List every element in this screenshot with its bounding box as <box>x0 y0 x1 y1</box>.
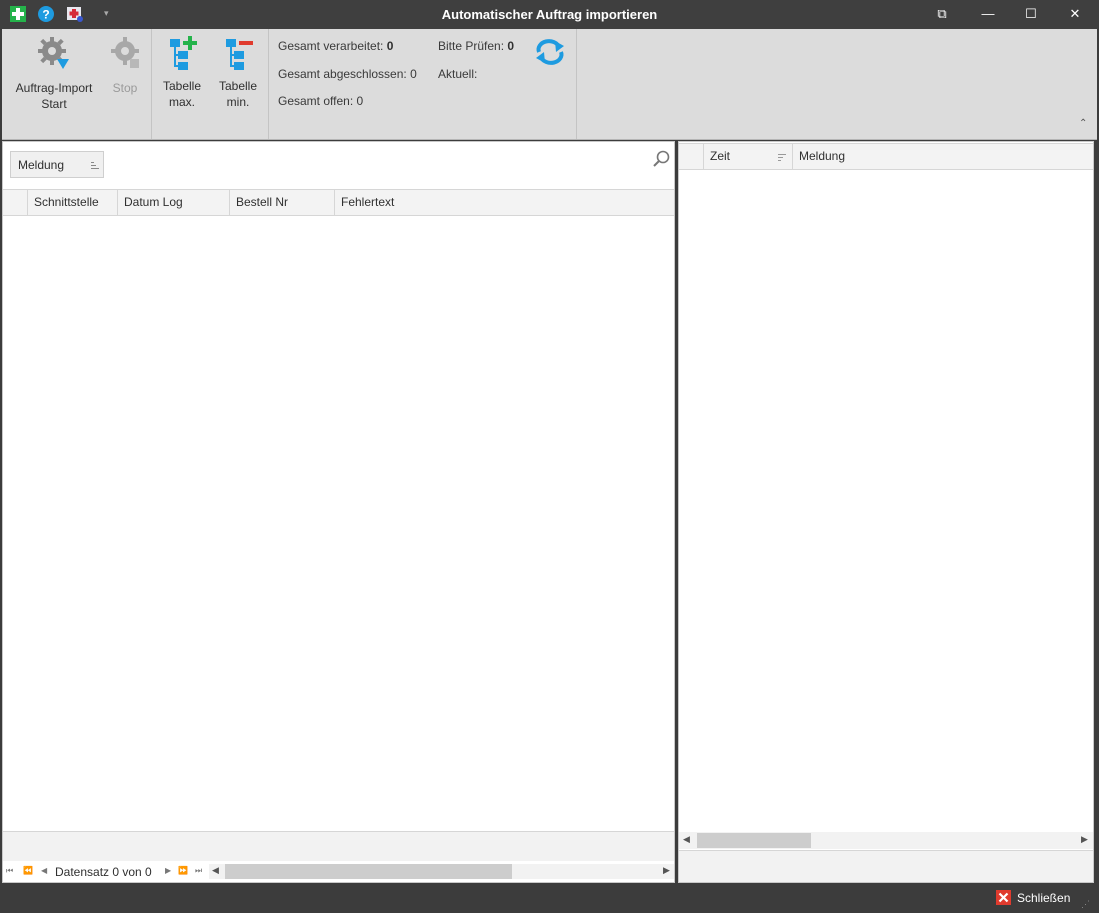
left-grid-header: Schnittstelle Datum Log Bestell Nr Fehle… <box>3 189 674 216</box>
row-indicator-header <box>679 144 704 169</box>
column-header-zeit[interactable]: Zeit <box>704 144 793 169</box>
stat-completed-value: 0 <box>410 67 417 81</box>
stat-check: Bitte Prüfen: 0 <box>438 39 515 53</box>
column-header-schnittstelle[interactable]: Schnittstelle <box>28 190 118 215</box>
scroll-thumb[interactable] <box>225 864 512 879</box>
ribbon-separator <box>268 29 269 139</box>
right-grid-panel: Zeit Meldung ◀ ▶ <box>678 141 1094 883</box>
search-icon[interactable] <box>653 150 671 168</box>
stat-processed: Gesamt verarbeitet: 0 <box>278 39 394 53</box>
scroll-left-icon[interactable]: ◀ <box>212 865 219 876</box>
left-horizontal-scrollbar[interactable]: ◀ ▶ <box>209 864 674 879</box>
left-grid-footer <box>3 831 674 861</box>
scroll-right-icon[interactable]: ▶ <box>1081 834 1088 845</box>
sort-descending-icon <box>778 154 786 161</box>
resize-grip-icon[interactable]: ⋰ <box>1081 899 1090 910</box>
stat-open-value: 0 <box>356 94 364 108</box>
stat-completed: Gesamt abgeschlossen: 0 <box>278 67 417 81</box>
stat-processed-value: 0 <box>386 39 394 53</box>
right-grid-body[interactable] <box>679 170 1093 832</box>
stop-button[interactable]: Stop <box>105 37 145 96</box>
close-red-icon <box>996 890 1011 905</box>
refresh-icon[interactable] <box>533 38 567 66</box>
title-bar: ? ▾ Automatischer Auftrag importieren ⧉ … <box>0 0 1099 29</box>
column-header-bestell-nr[interactable]: Bestell Nr <box>230 190 335 215</box>
table-max-label: Tabelle max. <box>162 79 202 109</box>
record-navigator: ⏮ ⏪ ◀ Datensatz 0 von 0 ▶ ⏩ ⏭ ◀ ▶ <box>3 861 674 882</box>
import-start-button[interactable]: Auftrag-Import Start <box>6 37 102 112</box>
column-header-fehlertext[interactable]: Fehlertext <box>335 190 674 215</box>
left-grid-body[interactable] <box>3 216 674 831</box>
gear-play-icon <box>38 37 69 69</box>
scroll-right-icon[interactable]: ▶ <box>663 865 670 876</box>
column-header-meldung[interactable]: Meldung <box>793 144 1093 169</box>
record-count-label: Datensatz 0 von 0 <box>55 865 152 879</box>
table-min-label: Tabelle min. <box>218 79 258 109</box>
group-by-label: Meldung <box>18 158 65 172</box>
ribbon-separator <box>151 29 152 139</box>
collapse-ribbon-icon[interactable]: ⌃ <box>1079 118 1087 129</box>
close-label: Schließen <box>1017 891 1071 905</box>
restore-alt-button[interactable]: ⧉ <box>928 4 956 24</box>
table-min-button[interactable]: Tabelle min. <box>212 35 264 110</box>
ribbon: Auftrag-Import Start Stop Tabelle max. T… <box>2 29 1097 140</box>
stat-current: Aktuell: <box>438 67 478 81</box>
close-window-button[interactable]: ✕ <box>1061 4 1089 24</box>
ribbon-separator <box>576 29 577 139</box>
scroll-thumb[interactable] <box>697 833 811 848</box>
table-max-button[interactable]: Tabelle max. <box>156 35 208 110</box>
row-indicator-header <box>3 190 28 215</box>
previous-record-icon[interactable]: ◀ <box>41 866 47 875</box>
sort-icon <box>91 162 99 169</box>
next-page-icon[interactable]: ⏩ <box>178 866 188 875</box>
stop-label: Stop <box>112 81 138 95</box>
status-bar: Schließen ⋰ <box>0 883 1099 913</box>
first-record-icon[interactable]: ⏮ <box>6 866 13 876</box>
stat-open: Gesamt offen: 0 <box>278 94 364 108</box>
right-horizontal-scrollbar[interactable]: ◀ ▶ <box>679 832 1093 849</box>
previous-page-icon[interactable]: ⏪ <box>23 866 33 875</box>
left-grid-panel: Meldung Schnittstelle Datum Log Bestell … <box>2 141 675 883</box>
next-record-icon[interactable]: ▶ <box>165 866 171 875</box>
import-start-label: Auftrag-Import Start <box>15 81 93 111</box>
group-by-chip[interactable]: Meldung <box>10 151 104 178</box>
scroll-left-icon[interactable]: ◀ <box>683 834 690 845</box>
last-record-icon[interactable]: ⏭ <box>195 866 202 876</box>
stat-check-value: 0 <box>507 39 515 53</box>
table-collapse-icon <box>226 39 253 70</box>
gear-stop-icon <box>111 37 139 68</box>
table-expand-icon <box>170 36 197 70</box>
column-header-datum-log[interactable]: Datum Log <box>118 190 230 215</box>
right-grid-footer <box>679 850 1093 882</box>
minimize-button[interactable]: — <box>974 4 1002 24</box>
right-grid-header: Zeit Meldung <box>679 143 1093 170</box>
maximize-button[interactable]: ☐ <box>1017 4 1045 24</box>
